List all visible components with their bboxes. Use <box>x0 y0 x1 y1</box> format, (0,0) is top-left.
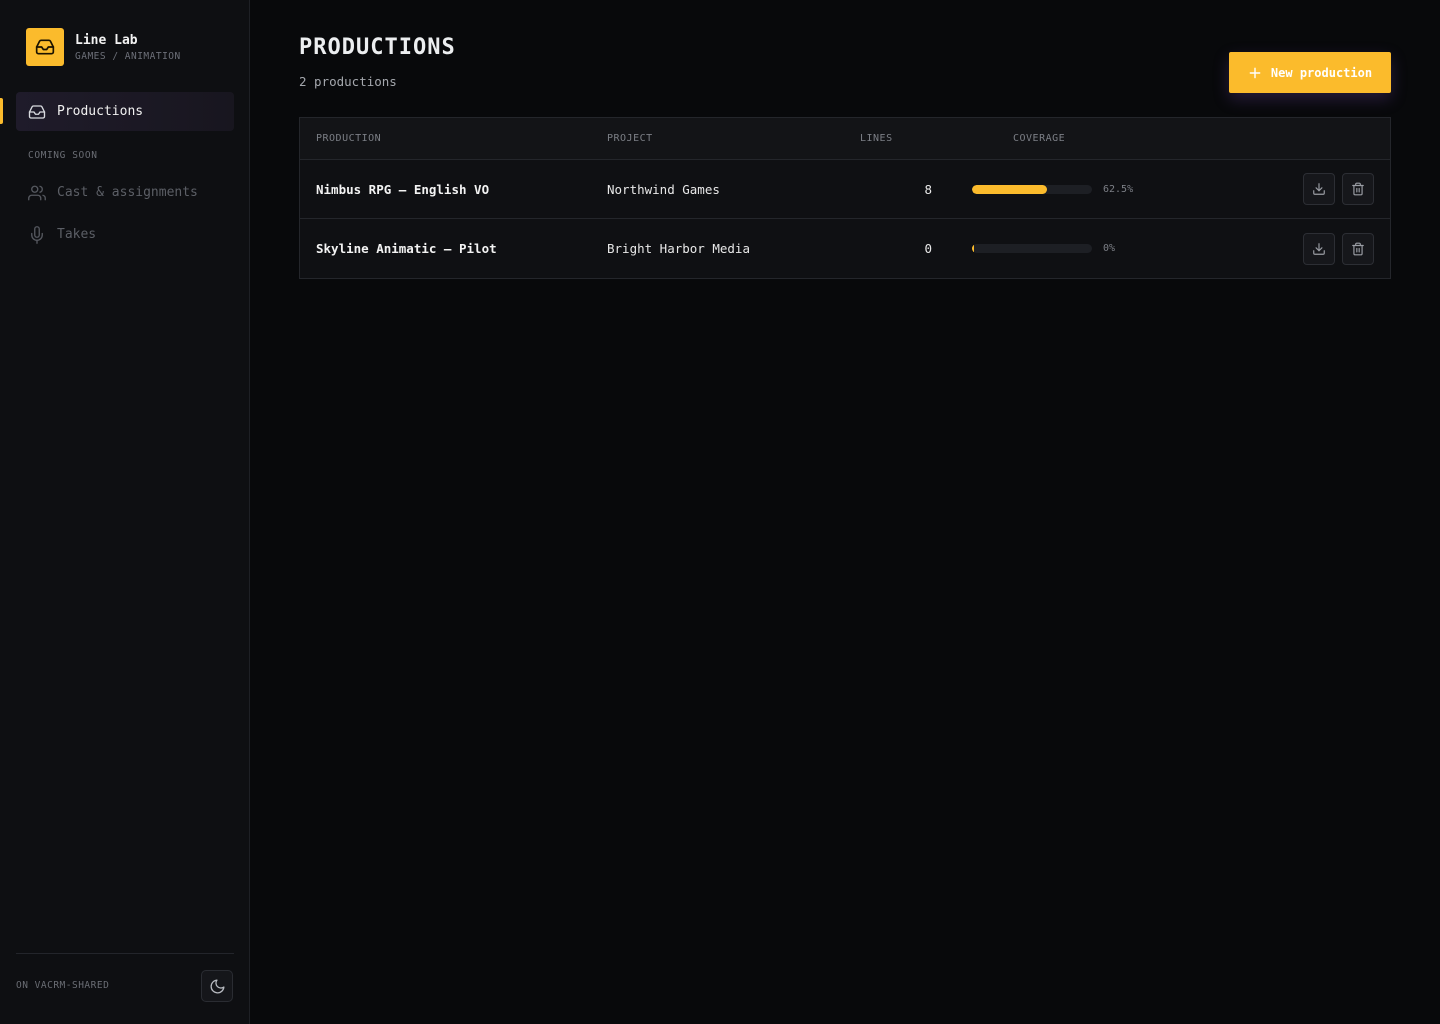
inbox-tray-icon <box>26 28 64 66</box>
production-name[interactable]: Nimbus RPG — English VO <box>300 182 607 197</box>
coverage-bar-fill <box>972 184 1047 194</box>
column-header-production: PRODUCTION <box>316 133 382 144</box>
theme-toggle-button[interactable] <box>201 970 233 1002</box>
page-title: PRODUCTIONS <box>299 35 456 60</box>
sidebar-divider <box>16 953 234 954</box>
production-name[interactable]: Skyline Animatic — Pilot <box>300 241 607 256</box>
lines-count: 8 <box>924 181 932 197</box>
coverage-bar <box>972 244 1092 253</box>
column-header-lines: LINES <box>860 133 893 144</box>
new-production-label: New production <box>1270 65 1373 80</box>
coverage-cell: 62.5% <box>950 184 1250 195</box>
column-header-coverage: COVERAGE <box>1013 133 1066 144</box>
coverage-cell: 0% <box>950 243 1250 254</box>
lines-count: 0 <box>924 241 932 256</box>
inbox-tray-icon <box>27 102 47 122</box>
sidebar: Line Lab GAMES / ANIMATION Productions C… <box>0 0 250 1024</box>
brand-subtitle: GAMES / ANIMATION <box>75 50 181 62</box>
project-name: Bright Harbor Media <box>607 241 750 256</box>
download-button[interactable] <box>1303 232 1335 265</box>
workspace-label: ON VACRM-SHARED <box>16 980 110 991</box>
brand-text: Line Lab GAMES / ANIMATION <box>75 32 181 63</box>
delete-button[interactable] <box>1342 232 1374 265</box>
column-header-project: PROJECT <box>607 133 653 144</box>
trash-icon <box>1351 242 1365 256</box>
nav-active-indicator <box>0 98 3 124</box>
microphone-icon <box>27 225 47 245</box>
coverage-bar-fill <box>972 244 974 253</box>
table-header: PRODUCTION PROJECT LINES COVERAGE <box>300 118 1390 160</box>
brand-name: Line Lab <box>75 32 138 48</box>
table-row[interactable]: Nimbus RPG — English VO Northwind Games … <box>300 160 1390 219</box>
moon-icon <box>209 978 226 995</box>
sidebar-item-label: Takes <box>57 227 97 242</box>
project-name: Northwind Games <box>607 181 720 197</box>
section-label-coming-soon: COMING SOON <box>28 150 98 161</box>
sidebar-item-takes: Takes <box>16 215 234 254</box>
coverage-label: 0% <box>1103 243 1116 254</box>
trash-icon <box>1351 182 1365 196</box>
download-icon <box>1312 182 1326 196</box>
sidebar-item-cast-assignments: Cast & assignments <box>16 173 234 212</box>
sidebar-item-productions[interactable]: Productions <box>16 92 234 131</box>
sidebar-item-label: Productions <box>57 104 144 119</box>
coverage-label: 62.5% <box>1103 183 1134 195</box>
new-production-button[interactable]: New production <box>1229 52 1391 93</box>
users-icon <box>27 183 47 203</box>
productions-table: PRODUCTION PROJECT LINES COVERAGE Nimbus… <box>299 117 1391 279</box>
sidebar-item-label: Cast & assignments <box>57 185 198 200</box>
download-icon <box>1312 242 1326 256</box>
download-button[interactable] <box>1303 173 1335 205</box>
table-row[interactable]: Skyline Animatic — Pilot Bright Harbor M… <box>300 219 1390 278</box>
productions-count: 2 productions <box>299 74 397 89</box>
plus-icon <box>1248 66 1262 80</box>
app-root: Line Lab GAMES / ANIMATION Productions C… <box>0 0 1440 1024</box>
row-actions <box>1250 173 1390 205</box>
main-content: PRODUCTIONS 2 productions New production… <box>250 0 1440 1024</box>
coverage-bar <box>972 184 1092 194</box>
delete-button[interactable] <box>1342 173 1374 205</box>
brand[interactable]: Line Lab GAMES / ANIMATION <box>26 28 181 66</box>
row-actions <box>1250 232 1390 265</box>
